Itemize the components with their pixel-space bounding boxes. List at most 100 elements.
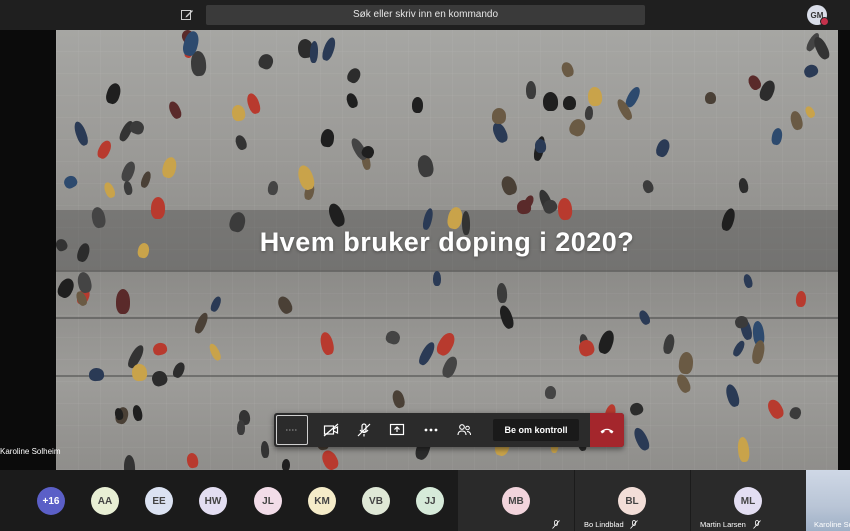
pedestrian — [309, 40, 319, 64]
presenter-name: Karoline Solheim — [0, 447, 61, 456]
pedestrian — [104, 81, 123, 106]
participant-avatar[interactable]: JL — [254, 487, 282, 515]
pedestrian — [678, 351, 694, 375]
user-avatar[interactable]: GM — [807, 5, 829, 26]
presence-status-badge — [820, 17, 829, 26]
participant-avatar[interactable]: KM — [308, 487, 336, 515]
pedestrian — [654, 137, 672, 159]
pedestrian — [723, 382, 742, 409]
pedestrian — [750, 339, 767, 365]
pedestrian — [731, 339, 747, 358]
pedestrian — [267, 180, 279, 196]
pedestrian — [584, 105, 594, 121]
pedestrian — [116, 289, 130, 314]
avatar: ML — [734, 487, 762, 515]
participant-avatar[interactable]: JJ — [416, 487, 444, 515]
participant-tile[interactable]: ML Martin Larsen — [690, 470, 806, 531]
pedestrian — [433, 271, 441, 286]
tram-rail — [56, 270, 838, 272]
pedestrian — [123, 454, 136, 470]
pedestrian — [209, 295, 223, 313]
pedestrian — [150, 196, 166, 220]
compose-icon[interactable] — [180, 8, 194, 22]
pedestrian — [811, 34, 832, 62]
pedestrian — [390, 388, 407, 410]
pedestrian — [559, 60, 576, 79]
pedestrian — [628, 401, 645, 417]
pedestrian — [56, 275, 77, 301]
more-participants-button[interactable]: +16 — [37, 487, 65, 515]
self-video-tile[interactable]: Karoline Solheim — [806, 470, 850, 531]
participant-name: Martin Larsen — [700, 520, 746, 529]
pedestrian — [320, 36, 338, 62]
more-options-icon[interactable] — [415, 413, 447, 447]
participant-tile[interactable]: BL Bo Lindblad — [574, 470, 690, 531]
pedestrian — [237, 420, 245, 435]
hang-up-button[interactable] — [590, 413, 624, 447]
pedestrian — [544, 385, 557, 400]
participant-avatar[interactable]: VB — [362, 487, 390, 515]
participant-avatar[interactable]: AA — [91, 487, 119, 515]
tram-rail — [56, 317, 838, 319]
hang-up-icon — [600, 428, 614, 434]
pedestrian — [641, 178, 655, 195]
pedestrian — [230, 103, 247, 123]
pedestrian — [522, 193, 536, 210]
pedestrian — [416, 340, 438, 367]
pedestrian — [787, 405, 804, 421]
pedestrian — [345, 66, 363, 85]
pedestrian — [185, 452, 200, 469]
call-controls: Be om kontroll — [274, 413, 624, 447]
participant-avatar[interactable]: HW — [199, 487, 227, 515]
pedestrian — [119, 159, 138, 184]
pedestrian — [244, 91, 263, 116]
pedestrian — [160, 155, 179, 180]
mic-off-icon — [630, 520, 638, 529]
participant-avatar[interactable]: EE — [145, 487, 173, 515]
pedestrian — [384, 329, 402, 346]
pedestrian — [411, 96, 424, 114]
pedestrian — [233, 133, 249, 152]
pedestrian — [631, 425, 652, 453]
pedestrian — [139, 170, 153, 189]
participant-name: Bo Lindblad — [584, 520, 624, 529]
pedestrian — [496, 282, 508, 304]
pedestrian — [207, 342, 223, 362]
participant-tile[interactable]: MB — [457, 470, 574, 531]
pedestrian — [802, 62, 820, 80]
pedestrian — [122, 180, 134, 196]
pedestrian — [542, 91, 559, 112]
request-control-button[interactable]: Be om kontroll — [493, 419, 579, 441]
pedestrian — [557, 197, 573, 221]
pedestrian — [88, 367, 105, 382]
avatar: BL — [618, 487, 646, 515]
pedestrian — [704, 91, 717, 105]
mic-off-icon — [552, 520, 560, 529]
pedestrian — [770, 127, 784, 146]
top-bar: Søk eller skriv inn en kommando GM — [0, 0, 850, 30]
pedestrian — [166, 99, 184, 121]
pedestrian — [491, 107, 507, 125]
pedestrian — [596, 328, 617, 356]
pedestrian — [662, 333, 676, 355]
search-input[interactable]: Søk eller skriv inn en kommando — [206, 5, 645, 25]
pedestrian — [587, 86, 603, 107]
pedestrian — [260, 440, 270, 459]
pedestrian — [742, 273, 754, 289]
mic-off-icon — [753, 520, 761, 529]
share-screen-icon[interactable] — [381, 413, 413, 447]
pedestrian — [61, 173, 80, 191]
pedestrian — [416, 153, 435, 179]
call-timer-icon[interactable] — [276, 415, 308, 445]
pedestrian — [764, 397, 787, 421]
pedestrian — [788, 109, 805, 132]
pedestrian — [567, 116, 588, 139]
camera-off-icon[interactable] — [315, 413, 347, 447]
participants-icon[interactable] — [448, 413, 480, 447]
pedestrian — [275, 294, 295, 316]
pedestrian — [637, 308, 652, 327]
pedestrian — [319, 447, 341, 470]
mic-off-icon[interactable] — [348, 413, 380, 447]
pedestrian — [131, 404, 144, 422]
pedestrian — [795, 290, 807, 308]
